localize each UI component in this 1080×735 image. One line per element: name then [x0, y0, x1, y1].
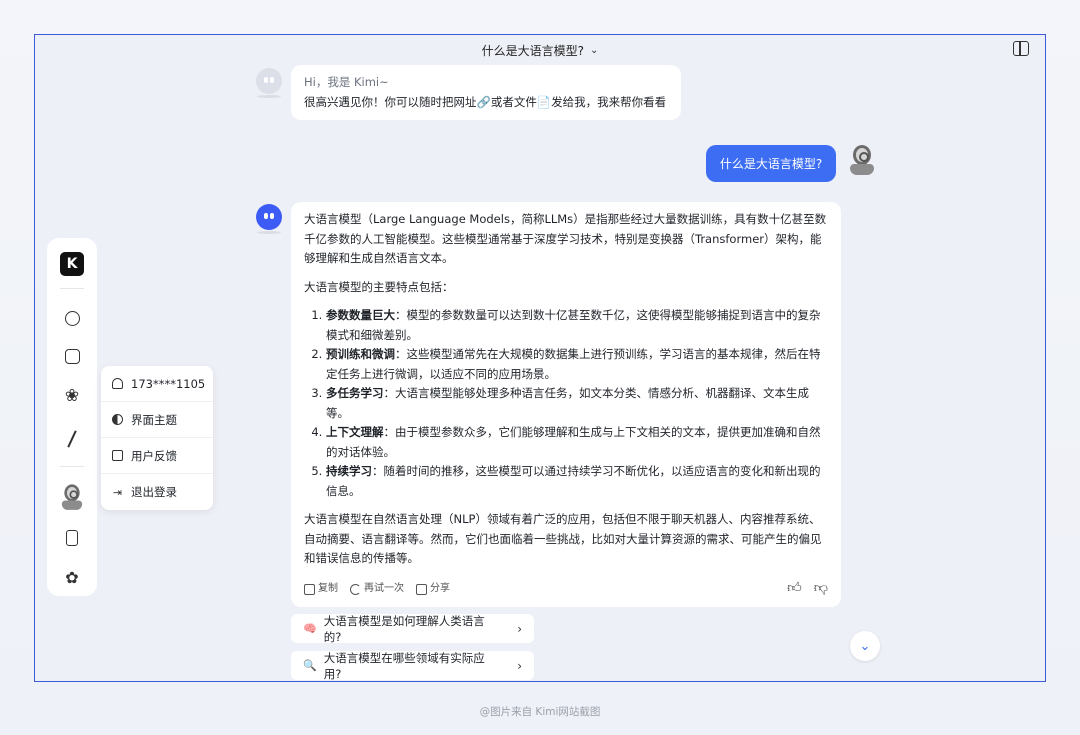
list-item: 预训练和微调：这些模型通常先在大规模的数据集上进行预训练，学习语言的基本规律，然…: [326, 345, 828, 384]
list-item: 上下文理解：由于模型参数众多，它们能够理解和生成与上下文相关的文本，提供更加准确…: [326, 423, 828, 462]
share-icon: [416, 583, 427, 595]
plugin-icon[interactable]: ✿: [62, 567, 82, 587]
greeting-text-1: 很高兴遇见你！你可以随时把网址: [304, 94, 477, 109]
pen-icon[interactable]: [62, 429, 82, 449]
feature-title: 上下文理解: [326, 425, 384, 439]
user-icon: [112, 378, 123, 389]
double-chevron-down-icon: ⌄: [859, 638, 871, 654]
feature-text: ：随着时间的推移，这些模型可以通过持续学习不断优化，以适应语言的变化和新出现的信…: [326, 464, 821, 498]
menu-item-theme[interactable]: 界面主题: [101, 402, 213, 438]
feature-text: ：大语言模型能够处理多种语言任务，如文本分类、情感分析、机器翻译、文本生成等。: [326, 386, 809, 420]
conversation-title-text: 什么是大语言模型?: [481, 43, 584, 58]
feature-text: ：由于模型参数众多，它们能够理解和生成与上下文相关的文本，提供更加准确和自然的对…: [326, 425, 821, 459]
mobile-app-icon[interactable]: [62, 528, 82, 548]
kimi-logo[interactable]: K: [60, 252, 84, 276]
divider: [60, 288, 84, 289]
suggested-question[interactable]: 🔍 大语言模型在哪些领域有实际应用? ›: [291, 650, 534, 681]
feature-title: 持续学习: [326, 464, 372, 478]
file-icon: 📄: [536, 94, 552, 109]
history-icon[interactable]: [62, 346, 82, 366]
user-avatar: [847, 145, 877, 177]
list-item: 多任务学习：大语言模型能够处理多种语言任务，如文本分类、情感分析、机器翻译、文本…: [326, 384, 828, 423]
list-item: 持续学习：随着时间的推移，这些模型可以通过持续学习不断优化，以适应语言的变化和新…: [326, 462, 828, 501]
scroll-to-bottom-button[interactable]: ⌄: [850, 631, 880, 661]
share-button[interactable]: 分享: [416, 579, 450, 599]
feature-title: 多任务学习: [326, 386, 384, 400]
user-message: 什么是大语言模型?: [706, 145, 836, 182]
copy-label: 复制: [318, 583, 338, 595]
suggestion-text: 大语言模型是如何理解人类语言的?: [323, 613, 485, 644]
greeting-text-2: 或者文件: [490, 94, 537, 109]
menu-item-account[interactable]: 173****1105: [101, 366, 213, 402]
conversation-title[interactable]: 什么是大语言模型? ⌄: [482, 42, 599, 59]
refresh-icon: [350, 583, 361, 595]
answer-actions: 复制 再试一次 分享 👍︎ 👎︎: [304, 579, 828, 599]
answer-features-heading: 大语言模型的主要特点包括：: [304, 279, 454, 294]
feature-title: 预训练和微调: [326, 347, 395, 361]
chevron-right-icon: ›: [517, 658, 522, 673]
answer-conclusion: 大语言模型在自然语言处理（NLP）领域有着广泛的应用，包括但不限于聊天机器人、内…: [304, 512, 822, 565]
chevron-down-icon[interactable]: ⌄: [590, 45, 598, 56]
thumbs-up-icon[interactable]: 👍︎: [787, 579, 802, 599]
brain-icon: 🧠: [303, 622, 317, 635]
user-menu: 173****1105 界面主题 用户反馈 ⇥ 退出登录: [101, 366, 213, 510]
suggested-question[interactable]: 🧠 大语言模型是如何理解人类语言的? ›: [291, 613, 534, 644]
thumbs-down-icon[interactable]: 👎︎: [814, 579, 828, 599]
greeting-body: 很高兴遇见你！你可以随时把网址🔗或者文件📄发给我，我来帮你看看: [304, 93, 668, 113]
copy-icon: [304, 583, 315, 595]
greeting-message: Hi，我是 Kimi~ 很高兴遇见你！你可以随时把网址🔗或者文件📄发给我，我来帮…: [291, 65, 681, 120]
menu-item-label: 界面主题: [131, 412, 177, 427]
suggestion-text: 大语言模型在哪些领域有实际应用?: [323, 650, 485, 681]
new-chat-icon[interactable]: [62, 308, 82, 328]
divider: [60, 466, 84, 467]
menu-item-label: 173****1105: [131, 376, 206, 391]
share-label: 分享: [430, 583, 450, 595]
answer-message: 大语言模型（Large Language Models，简称LLMs）是指那些经…: [291, 202, 841, 607]
user-message-text: 什么是大语言模型?: [719, 157, 823, 171]
greeting-text-3: 发给我，我来帮你看看: [551, 94, 667, 109]
link-icon: 🔗: [476, 94, 491, 109]
left-sidebar: K ❀ ✿: [47, 238, 97, 596]
answer-intro: 大语言模型（Large Language Models，简称LLMs）是指那些经…: [304, 212, 827, 265]
chat-window: 什么是大语言模型? ⌄ Hi，我是 Kimi~ 很高兴遇见你！你可以随时把网址🔗…: [34, 34, 1046, 682]
chevron-right-icon: ›: [517, 621, 522, 636]
list-item: 参数数量巨大：模型的参数数量可以达到数十亿甚至数千亿，这使得模型能够捕捉到语言中…: [326, 306, 828, 345]
feature-text: ：这些模型通常先在大规模的数据集上进行预训练，学习语言的基本规律，然后在特定任务…: [326, 347, 821, 381]
top-bar: 什么是大语言模型? ⌄: [35, 35, 1045, 65]
image-caption: @图片来自 Kimi网站截图: [479, 706, 601, 718]
menu-item-feedback[interactable]: 用户反馈: [101, 438, 213, 474]
copy-button[interactable]: 复制: [304, 579, 338, 599]
menu-item-label: 退出登录: [131, 485, 177, 499]
feature-list: 参数数量巨大：模型的参数数量可以达到数十亿甚至数千亿，这使得模型能够捕捉到语言中…: [304, 306, 828, 501]
explore-icon[interactable]: ❀: [62, 386, 82, 406]
menu-item-label: 用户反馈: [131, 448, 177, 463]
magnifier-icon: 🔍: [303, 659, 317, 672]
sidebar-toggle-icon[interactable]: [1013, 41, 1029, 56]
user-avatar[interactable]: [60, 482, 84, 510]
retry-button[interactable]: 再试一次: [350, 579, 404, 599]
theme-icon: [112, 414, 123, 425]
greeting-hi: Hi，我是 Kimi~: [304, 75, 389, 89]
feature-title: 参数数量巨大: [326, 308, 395, 322]
kimi-avatar: [256, 68, 282, 98]
feature-text: ：模型的参数数量可以达到数十亿甚至数千亿，这使得模型能够捕捉到语言中的复杂模式和…: [326, 308, 821, 342]
retry-label: 再试一次: [364, 583, 404, 595]
mail-icon: [112, 450, 123, 461]
menu-item-logout[interactable]: ⇥ 退出登录: [101, 474, 213, 510]
logout-icon: ⇥: [112, 485, 123, 499]
kimi-avatar: [256, 204, 282, 234]
